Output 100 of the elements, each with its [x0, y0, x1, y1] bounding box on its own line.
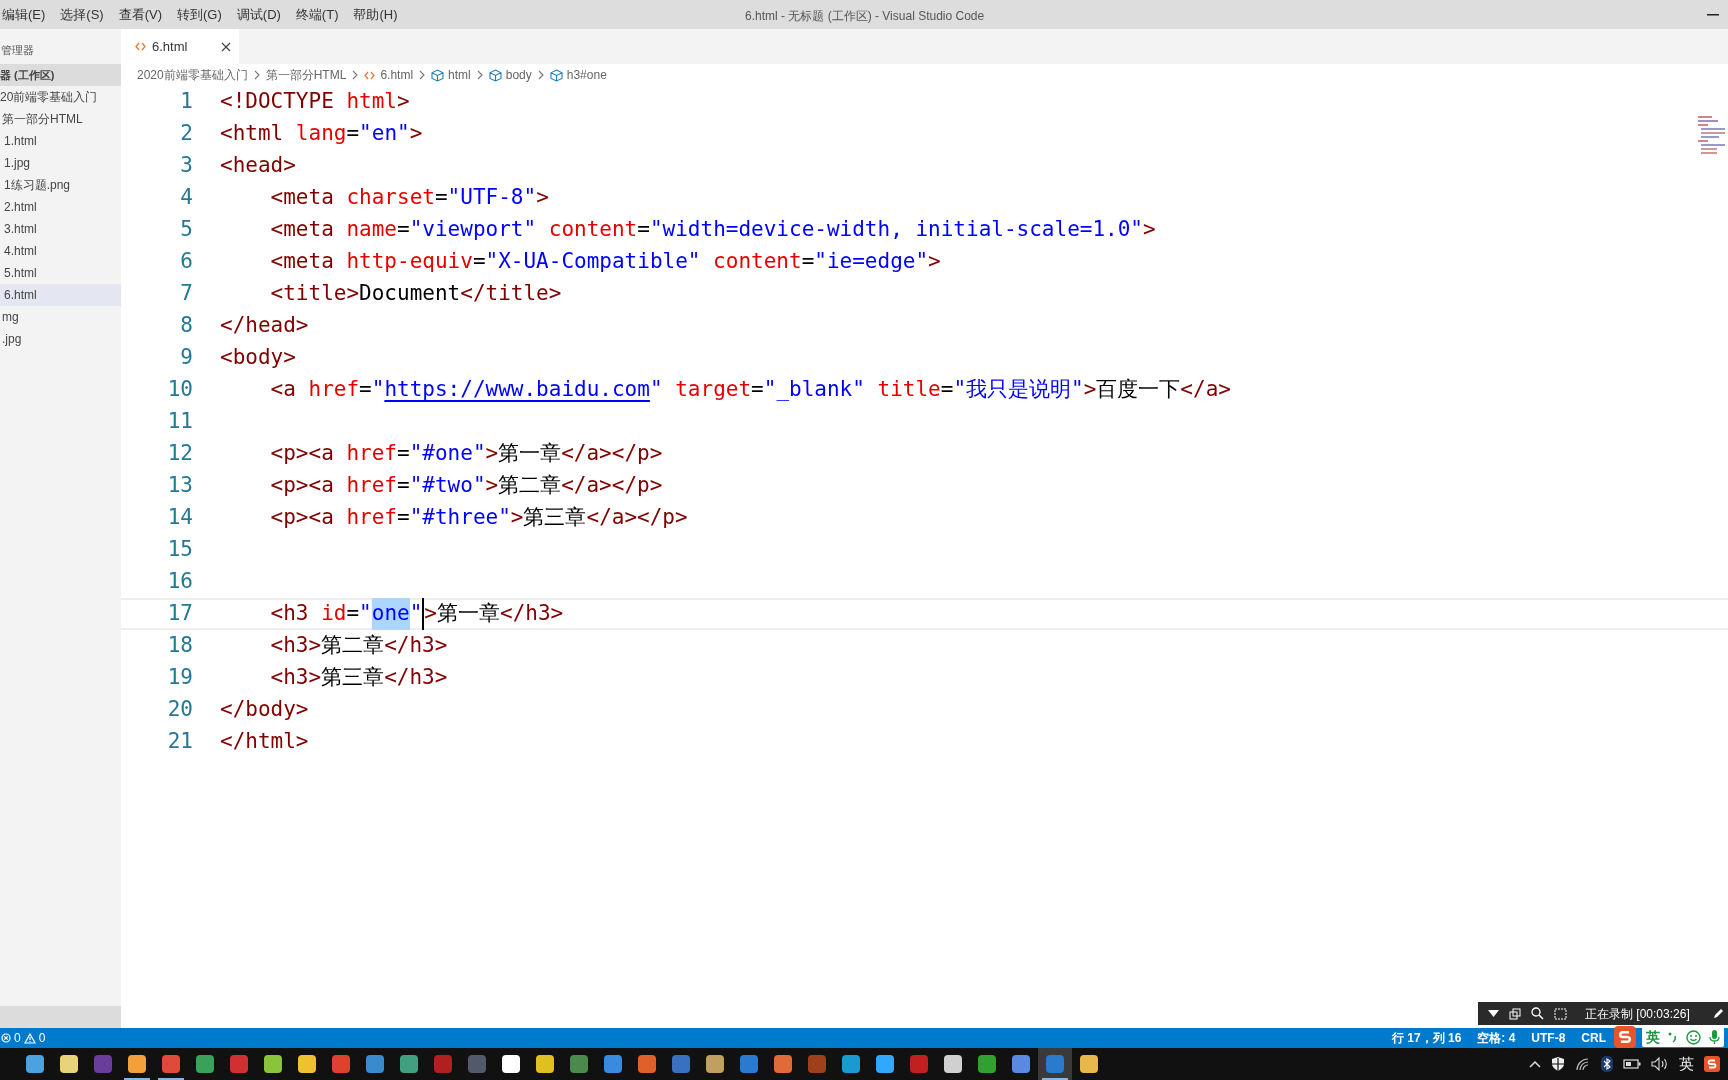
code-icon	[364, 70, 376, 80]
line-number: 19	[166, 664, 193, 692]
section-header[interactable]: 器 (工作区)	[0, 64, 121, 86]
chevron-right-icon	[352, 70, 359, 80]
line-number: 8	[179, 312, 193, 340]
tree-item[interactable]: 3.html	[0, 218, 121, 240]
cube-icon	[431, 68, 445, 82]
input-language[interactable]: 英	[1679, 1052, 1694, 1076]
close-icon[interactable]	[221, 41, 231, 52]
region-icon[interactable]	[1554, 1007, 1567, 1020]
menu-item[interactable]: 终端(T)	[295, 4, 339, 25]
chevron-right-icon	[476, 70, 483, 80]
line-number: 13	[166, 472, 193, 500]
tree-item[interactable]: 1.html	[0, 130, 121, 152]
tree-item[interactable]: 20前端零基础入门	[0, 86, 121, 108]
cube-icon	[488, 68, 502, 82]
code-line: <!DOCTYPE html>	[220, 88, 410, 116]
code-line: </html>	[220, 728, 309, 756]
code-line: <p><a href="#three">第三章</a></p>	[269, 504, 688, 532]
chevron-up-icon[interactable]	[1529, 1060, 1541, 1068]
dropdown-icon[interactable]	[1488, 1009, 1499, 1018]
minimize-icon	[1707, 13, 1719, 16]
code-line: <h3>第三章</h3>	[269, 664, 448, 692]
tree-item[interactable]: 1练习题.png	[0, 174, 121, 196]
line-number: 12	[166, 440, 193, 468]
code-line: <p><a href="#one">第一章</a></p>	[269, 440, 663, 468]
menu-item[interactable]: 查看(V)	[118, 4, 163, 25]
chevron-right-icon	[419, 70, 426, 80]
code-line: <a href="https://www.baidu.com" target="_blank" title="我只是说明">百度一下</a>	[269, 376, 1231, 404]
code-line: </body>	[220, 696, 309, 724]
code-line: <body>	[220, 344, 296, 372]
punctuation-icon[interactable]	[1668, 1031, 1678, 1043]
line-number: 16	[166, 568, 193, 596]
microphone-icon[interactable]	[1709, 1029, 1720, 1045]
tree-item[interactable]: 2.html	[0, 196, 121, 218]
code-line: <meta http-equiv="X-UA-Compatible" content="ie=edge">	[269, 248, 941, 276]
chevron-right-icon	[537, 70, 544, 80]
code-line: <head>	[220, 152, 296, 180]
sogou-icon[interactable]	[1614, 1026, 1636, 1048]
menu-item[interactable]: 选择(S)	[60, 4, 104, 25]
menu-item[interactable]: 帮助(H)	[353, 4, 398, 25]
bluetooth-icon[interactable]	[1601, 1056, 1613, 1072]
indentation[interactable]: 空格: 4	[1477, 1029, 1516, 1047]
line-number: 4	[179, 184, 193, 212]
code-icon	[135, 42, 146, 51]
error-count[interactable]: 0	[14, 1029, 21, 1047]
wifi-icon[interactable]	[1575, 1057, 1591, 1071]
breadcrumb-item[interactable]: 第一部分HTML	[265, 66, 347, 84]
breadcrumb-item[interactable]: html	[431, 66, 471, 84]
line-number: 5	[179, 216, 193, 244]
smiley-icon[interactable]	[1686, 1029, 1701, 1045]
input-mode[interactable]: 英	[1646, 1026, 1660, 1048]
tree-item[interactable]: 4.html	[0, 240, 121, 262]
menu-item[interactable]: 调试(D)	[236, 4, 281, 25]
tree-item[interactable]: 5.html	[0, 262, 121, 284]
tree-item[interactable]: .jpg	[0, 328, 121, 350]
encoding[interactable]: UTF-8	[1531, 1029, 1566, 1047]
tree-item[interactable]: 6.html	[0, 284, 121, 306]
breadcrumb-item[interactable]: body	[488, 66, 532, 84]
chevron-right-icon	[253, 70, 260, 80]
pencil-icon[interactable]	[1712, 1007, 1725, 1020]
menu-item[interactable]: 编辑(E)	[2, 4, 46, 25]
code-line: <html lang="en">	[220, 120, 423, 148]
tree-item[interactable]: mg	[0, 306, 121, 328]
breadcrumb-item[interactable]: 6.html	[364, 66, 414, 84]
battery-icon[interactable]	[1623, 1059, 1641, 1069]
menu-item[interactable]: 转到(G)	[177, 4, 222, 25]
editor-tab[interactable]: 6.html	[121, 29, 239, 64]
code-line: </head>	[220, 312, 309, 340]
tree-item[interactable]: 第一部分HTML	[0, 108, 121, 130]
line-number: 2	[179, 120, 193, 148]
line-number: 17	[166, 600, 193, 628]
line-ending[interactable]: CRL	[1581, 1029, 1606, 1047]
line-number: 1	[179, 88, 193, 116]
code-line: <meta charset="UTF-8">	[269, 184, 549, 212]
window-icon[interactable]	[1509, 1007, 1521, 1020]
code-line: <meta name="viewport" content="width=device-width, initial-scale=1.0">	[269, 216, 1156, 244]
breadcrumb-item[interactable]: h3#one	[549, 66, 607, 84]
line-number: 7	[179, 280, 193, 308]
line-number: 20	[166, 696, 193, 724]
line-number: 21	[166, 728, 193, 756]
warning-count[interactable]: 0	[38, 1029, 46, 1047]
code-line: <h3>第二章</h3>	[269, 632, 448, 660]
tree-item[interactable]: 1.jpg	[0, 152, 121, 174]
breadcrumb-item[interactable]: 2020前端零基础入门	[137, 66, 248, 84]
line-number: 18	[166, 632, 193, 660]
search-icon[interactable]	[1531, 1007, 1544, 1020]
sogou-icon[interactable]	[1704, 1056, 1720, 1072]
cursor-position[interactable]: 行 17，列 16	[1391, 1029, 1462, 1047]
cube-icon	[549, 68, 563, 82]
window-title: 6.html - 无标题 (工作区) - Visual Studio Code	[745, 8, 985, 25]
line-number: 11	[166, 408, 193, 436]
warning-icon	[23, 1032, 36, 1044]
line-number: 3	[179, 152, 193, 180]
sidebar-title: 管理器	[1, 42, 34, 58]
recording-status: 正在录制 [00:03:26]	[1585, 1005, 1690, 1023]
code-line: <h3 id="one">第一章</h3>	[220, 600, 564, 628]
volume-icon[interactable]	[1651, 1057, 1669, 1071]
shield-icon[interactable]	[1551, 1056, 1565, 1072]
code-line: <p><a href="#two">第二章</a></p>	[269, 472, 663, 500]
